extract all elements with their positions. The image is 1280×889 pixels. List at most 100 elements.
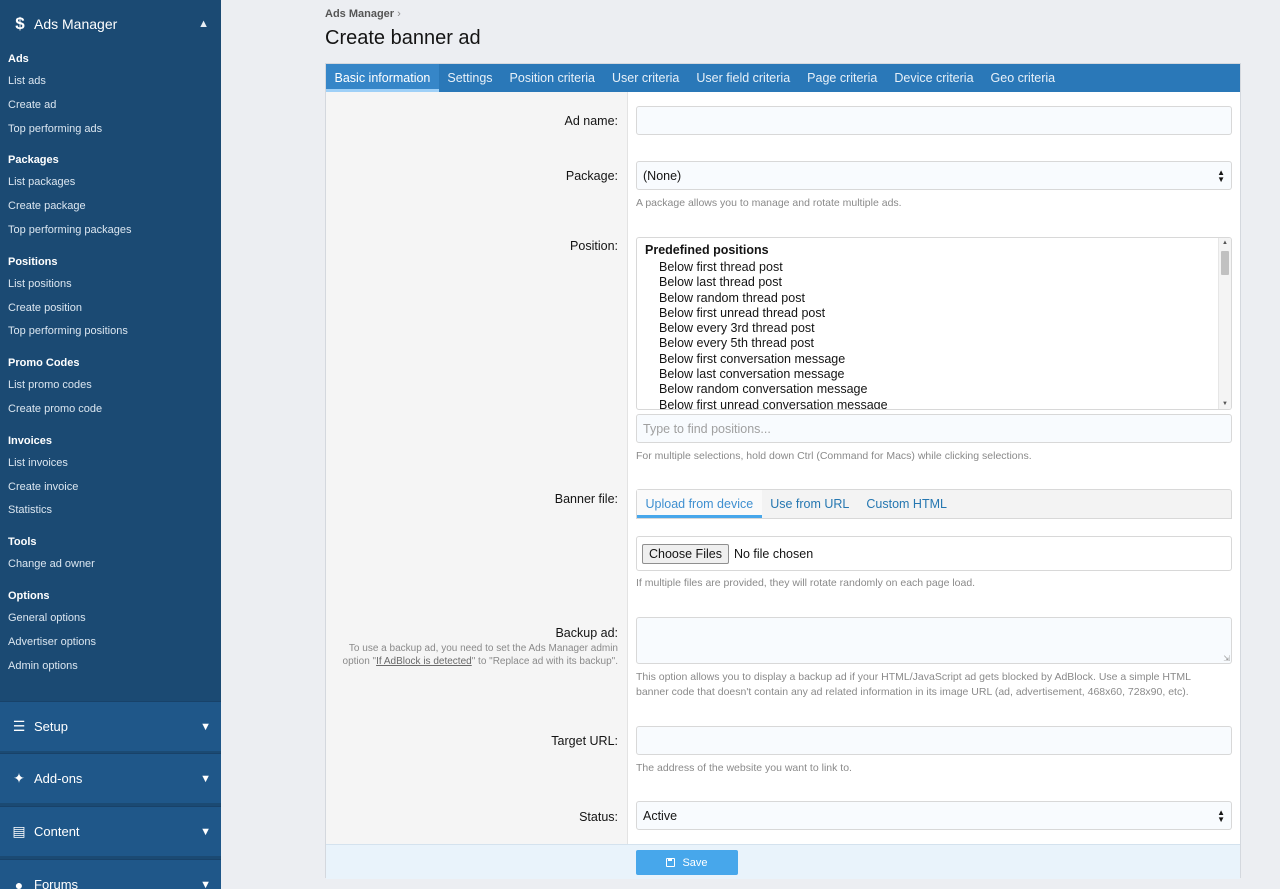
position-option[interactable]: Below first thread post (637, 260, 1231, 275)
comments-icon: ● (14, 876, 24, 889)
target-url-input[interactable] (636, 726, 1232, 755)
backup-explain-line1: To use a backup ad, you need to set the … (348, 643, 618, 654)
save-label: Save (682, 856, 708, 869)
banner-hint: If multiple files are provided, they wil… (636, 577, 976, 589)
tab-bar: Basic information Settings Position criter… (326, 64, 1240, 92)
sidebar-item[interactable]: List ads (0, 70, 221, 94)
breadcrumb: Ads Manager › (325, 8, 401, 20)
sidebar-group-title: Options (8, 589, 50, 602)
position-scrollbar[interactable]: ▲ ▼ (1218, 238, 1231, 409)
scroll-down-icon[interactable]: ▼ (1219, 401, 1231, 407)
position-group-label: Predefined positions (645, 243, 769, 257)
sidebar-item[interactable]: Advertiser options (0, 631, 221, 655)
chevron-up-icon: ▲ (198, 18, 209, 30)
sidebar-group-title: Packages (8, 154, 59, 167)
sidebar: $ Ads Manager ▲ Ads List ads Create ad Top … (0, 0, 221, 889)
position-hint: For multiple selections, hold down Ctrl … (636, 450, 1032, 462)
label-column (326, 92, 628, 844)
sidebar-group-title: Invoices (8, 434, 53, 447)
position-option[interactable]: Below last conversation message (637, 367, 1231, 382)
package-select[interactable]: (None) ▲ ▼ (636, 161, 1232, 190)
sidebar-section-setup[interactable]: ☰ Setup ▼ (0, 701, 221, 751)
sidebar-item[interactable]: General options (0, 607, 221, 631)
sidebar-item[interactable]: List positions (0, 273, 221, 297)
sidebar-item[interactable]: Change ad owner (0, 553, 221, 577)
page-title: Create banner ad (325, 27, 481, 49)
tab-page-criteria[interactable]: Page criteria (799, 64, 886, 92)
sidebar-item[interactable]: Admin options (0, 655, 221, 679)
tab-basic-information[interactable]: Basic information (326, 64, 439, 92)
sidebar-item[interactable]: Create position (0, 297, 221, 321)
tab-position-criteria[interactable]: Position criteria (501, 64, 603, 92)
banner-file-label: Banner file: (554, 492, 618, 506)
sliders-icon: ☰ (12, 718, 26, 734)
chevron-down-icon: ▼ (200, 878, 211, 889)
adblock-option-link[interactable]: If AdBlock is detected (376, 656, 472, 667)
form-footer: Save (326, 844, 1240, 879)
ad-name-input[interactable] (636, 106, 1232, 135)
scroll-up-icon[interactable]: ▲ (1219, 240, 1231, 246)
status-label: Status: (579, 810, 618, 824)
sidebar-section-ads-manager[interactable]: $ Ads Manager ▲ (0, 0, 221, 48)
sidebar-section-content[interactable]: ▤ Content ▼ (0, 806, 221, 856)
sidebar-item[interactable]: List promo codes (0, 374, 221, 398)
package-label: Package: (565, 169, 618, 183)
breadcrumb-link[interactable]: Ads Manager (325, 8, 394, 20)
tab-device-criteria[interactable]: Device criteria (886, 64, 982, 92)
newspaper-icon: ▤ (12, 823, 26, 839)
tab-user-criteria[interactable]: User criteria (604, 64, 688, 92)
tab-upload-from-device[interactable]: Upload from device (637, 490, 762, 518)
position-option[interactable]: Below first unread thread post (637, 306, 1231, 321)
ad-form: Ad name: Package: (None) ▲ ▼ A package al… (326, 92, 1240, 844)
position-option[interactable]: Below last thread post (637, 275, 1231, 290)
backup-hint-line2: banner code that doesn't contain any ad … (636, 686, 1189, 698)
tab-use-from-url[interactable]: Use from URL (762, 490, 858, 518)
package-select-value: (None) (643, 168, 682, 183)
save-button[interactable]: Save (636, 850, 738, 875)
position-search-input[interactable]: Type to find positions... (636, 414, 1232, 443)
position-option[interactable]: Below first unread conversation message (637, 398, 1231, 409)
sidebar-item[interactable]: Top performing positions (0, 320, 221, 344)
tab-geo-criteria[interactable]: Geo criteria (982, 64, 1064, 92)
select-arrows-icon: ▲ ▼ (1217, 167, 1225, 184)
sidebar-item[interactable]: Create ad (0, 94, 221, 118)
sidebar-item[interactable]: List packages (0, 171, 221, 195)
sidebar-section-addons[interactable]: ✦ Add-ons ▼ (0, 753, 221, 803)
status-select[interactable]: Active ▲ ▼ (636, 801, 1232, 830)
tab-settings[interactable]: Settings (439, 64, 501, 92)
sidebar-section-label: Forums (34, 877, 79, 889)
choose-files-button[interactable]: Choose Files (642, 543, 729, 564)
target-url-label: Target URL: (551, 734, 618, 748)
backup-explain-prefix: option " (342, 656, 377, 667)
status-select-value: Active (643, 808, 678, 823)
sidebar-item[interactable]: Top performing packages (0, 219, 221, 243)
sidebar-item[interactable]: Create invoice (0, 476, 221, 500)
sidebar-group-title: Tools (8, 536, 37, 549)
tab-user-field-criteria[interactable]: User field criteria (688, 64, 799, 92)
sidebar-item[interactable]: Statistics (0, 499, 221, 523)
position-option[interactable]: Below every 3rd thread post (637, 321, 1231, 336)
backup-ad-explain: To use a backup ad, you need to set the … (343, 642, 618, 668)
scroll-thumb[interactable] (1221, 251, 1229, 275)
position-multiselect[interactable]: Predefined positions Below first thread … (636, 237, 1232, 410)
position-option[interactable]: Below first conversation message (637, 352, 1231, 367)
select-arrows-icon: ▲ ▼ (1217, 807, 1225, 824)
sidebar-section-label: Setup (34, 719, 68, 734)
resize-handle-icon[interactable]: ⇲ (1223, 654, 1230, 663)
sidebar-item[interactable]: Create package (0, 195, 221, 219)
chevron-down-icon: ▼ (200, 772, 211, 785)
form-panel: Basic information Settings Position criter… (325, 63, 1241, 879)
sidebar-group-title: Positions (8, 255, 58, 268)
sidebar-item[interactable]: Create promo code (0, 398, 221, 422)
tab-custom-html[interactable]: Custom HTML (858, 490, 956, 518)
sidebar-item[interactable]: Top performing ads (0, 118, 221, 142)
position-option[interactable]: Below random thread post (637, 291, 1231, 306)
ad-name-label: Ad name: (564, 114, 618, 128)
position-option[interactable]: Below every 5th thread post (637, 336, 1231, 351)
sidebar-section-forums[interactable]: ● Forums ▼ (0, 859, 221, 889)
position-option[interactable]: Below random conversation message (637, 382, 1231, 397)
backup-explain-suffix: " to "Replace ad with its backup". (471, 656, 618, 667)
file-status: No file chosen (733, 546, 814, 561)
backup-ad-textarea[interactable]: ⇲ (636, 617, 1232, 664)
sidebar-item[interactable]: List invoices (0, 452, 221, 476)
